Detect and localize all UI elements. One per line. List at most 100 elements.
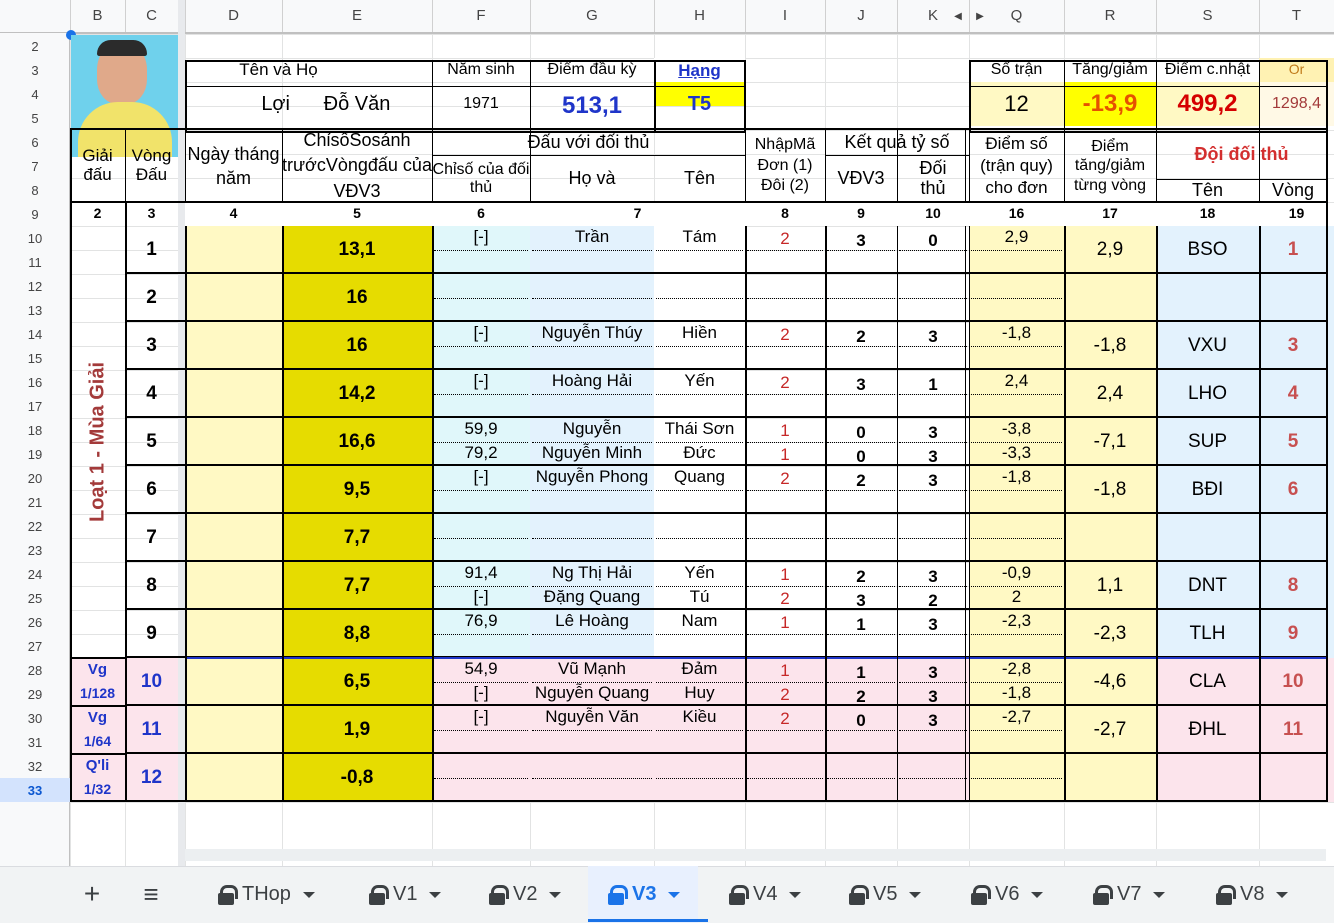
sheet-tab-v3[interactable]: V3 [588, 866, 699, 923]
column-header-J[interactable]: J [825, 0, 897, 32]
row-number[interactable]: 18 [0, 418, 70, 442]
chevron-down-icon[interactable] [909, 891, 922, 898]
dotted-line [532, 346, 652, 347]
column-header-G[interactable]: G [530, 0, 654, 32]
chevron-down-icon[interactable] [668, 891, 681, 898]
column-header-C[interactable]: C [125, 0, 178, 32]
row-number[interactable]: 11 [0, 250, 70, 274]
match-points: -1,8 [1001, 682, 1032, 702]
chevron-down-icon[interactable] [1276, 891, 1289, 898]
match-type-code: 1 [780, 660, 790, 680]
row-number[interactable]: 16 [0, 370, 70, 394]
opponent-round: 8 [1287, 574, 1299, 596]
column-header-R[interactable]: R [1064, 0, 1156, 32]
row-number[interactable]: 4 [0, 82, 70, 106]
row-number[interactable]: 6 [0, 130, 70, 154]
all-sheets-button[interactable]: ≡ [136, 866, 166, 923]
sheet-tab-v1[interactable]: V1 [369, 866, 442, 923]
row-number[interactable]: 12 [0, 274, 70, 298]
column-header-D[interactable]: D [185, 0, 282, 32]
dotted-line [899, 586, 967, 587]
round-chiso: 16 [346, 286, 368, 308]
expand-right-icon[interactable]: ▶ [974, 6, 986, 26]
row-number[interactable]: 2 [0, 34, 70, 58]
add-sheet-button[interactable]: + [78, 866, 106, 923]
row-number[interactable]: 27 [0, 634, 70, 658]
chevron-down-icon[interactable] [789, 891, 802, 898]
header-doi-ten: Tên [1191, 180, 1224, 201]
row-number[interactable]: 33 [0, 778, 70, 802]
dotted-line [971, 250, 1062, 251]
border-line [1259, 130, 1260, 202]
row-number[interactable]: 19 [0, 442, 70, 466]
round-number: 4 [146, 382, 157, 404]
dotted-line [747, 634, 823, 635]
opponent-chiso: [-] [473, 586, 489, 606]
row-number[interactable]: 17 [0, 394, 70, 418]
row-number[interactable]: 5 [0, 106, 70, 130]
row-number[interactable]: 24 [0, 562, 70, 586]
lock-icon [608, 884, 628, 905]
row-number[interactable]: 8 [0, 178, 70, 202]
sheet-tab-v8[interactable]: V8 [1216, 866, 1289, 923]
dotted-line [827, 778, 895, 779]
sheet-tab-v4[interactable]: V4 [729, 866, 802, 923]
row-number[interactable]: 22 [0, 514, 70, 538]
chevron-down-icon[interactable] [1031, 891, 1044, 898]
border-line [185, 86, 745, 87]
row-number[interactable]: 29 [0, 682, 70, 706]
column-header-H[interactable]: H [654, 0, 745, 32]
row-number[interactable]: 23 [0, 538, 70, 562]
column-header-S[interactable]: S [1156, 0, 1259, 32]
sheet-tab-v7[interactable]: V7 [1093, 866, 1166, 923]
chevron-down-icon[interactable] [429, 891, 442, 898]
row-number[interactable]: 26 [0, 610, 70, 634]
chevron-down-icon[interactable] [1153, 891, 1166, 898]
opponent-team [1156, 754, 1259, 802]
column-index-6: 6 [477, 205, 485, 222]
chevron-down-icon[interactable] [302, 891, 315, 898]
row-number[interactable]: 10 [0, 226, 70, 250]
round-number: 2 [146, 286, 157, 308]
row-number[interactable]: 13 [0, 298, 70, 322]
sheet-tab-thop[interactable]: THop [218, 866, 315, 923]
photo-hair [97, 40, 147, 56]
row-number[interactable]: 28 [0, 658, 70, 682]
column-header-I[interactable]: I [745, 0, 825, 32]
column-header-E[interactable]: E [282, 0, 432, 32]
row-number[interactable]: 32 [0, 754, 70, 778]
opponent-team: BSO [1187, 238, 1228, 260]
sheet-tab-v6[interactable]: V6 [971, 866, 1044, 923]
column-header-F[interactable]: F [432, 0, 530, 32]
row-number[interactable]: 15 [0, 346, 70, 370]
header-diem-tang: Điểm tăng/giảm từng vòng [1073, 138, 1147, 194]
row-number[interactable]: 25 [0, 586, 70, 610]
column-header-B[interactable]: B [70, 0, 125, 32]
column-header-T[interactable]: T [1259, 0, 1334, 32]
giai-stage: 1/32 [83, 781, 112, 798]
row-number[interactable]: 30 [0, 706, 70, 730]
sheet-tab-label: V8 [1240, 883, 1265, 905]
collapse-left-icon[interactable]: ◀ [952, 6, 964, 26]
row-number[interactable]: 31 [0, 730, 70, 754]
border-line [70, 657, 125, 659]
header-doithu: Đối thủ [919, 158, 947, 198]
border-line [1156, 179, 1327, 180]
row-number[interactable]: 3 [0, 58, 70, 82]
chevron-down-icon[interactable] [549, 891, 562, 898]
sheet-tab-v2[interactable]: V2 [489, 866, 562, 923]
pink-fill-D [185, 658, 282, 802]
sheet-tab-v5[interactable]: V5 [849, 866, 922, 923]
score-self: 2 [856, 566, 866, 586]
sheet-tab-label: V2 [513, 883, 538, 905]
round-chiso: 9,5 [343, 478, 371, 500]
border-line [1259, 60, 1260, 133]
row-number[interactable]: 21 [0, 490, 70, 514]
header-sep [282, 0, 283, 32]
row-number[interactable]: 20 [0, 466, 70, 490]
row-number[interactable]: 9 [0, 202, 70, 226]
horizontal-scrollbar[interactable] [185, 849, 1326, 861]
row-number[interactable]: 7 [0, 154, 70, 178]
row-number[interactable]: 14 [0, 322, 70, 346]
header-sep [1156, 0, 1157, 32]
